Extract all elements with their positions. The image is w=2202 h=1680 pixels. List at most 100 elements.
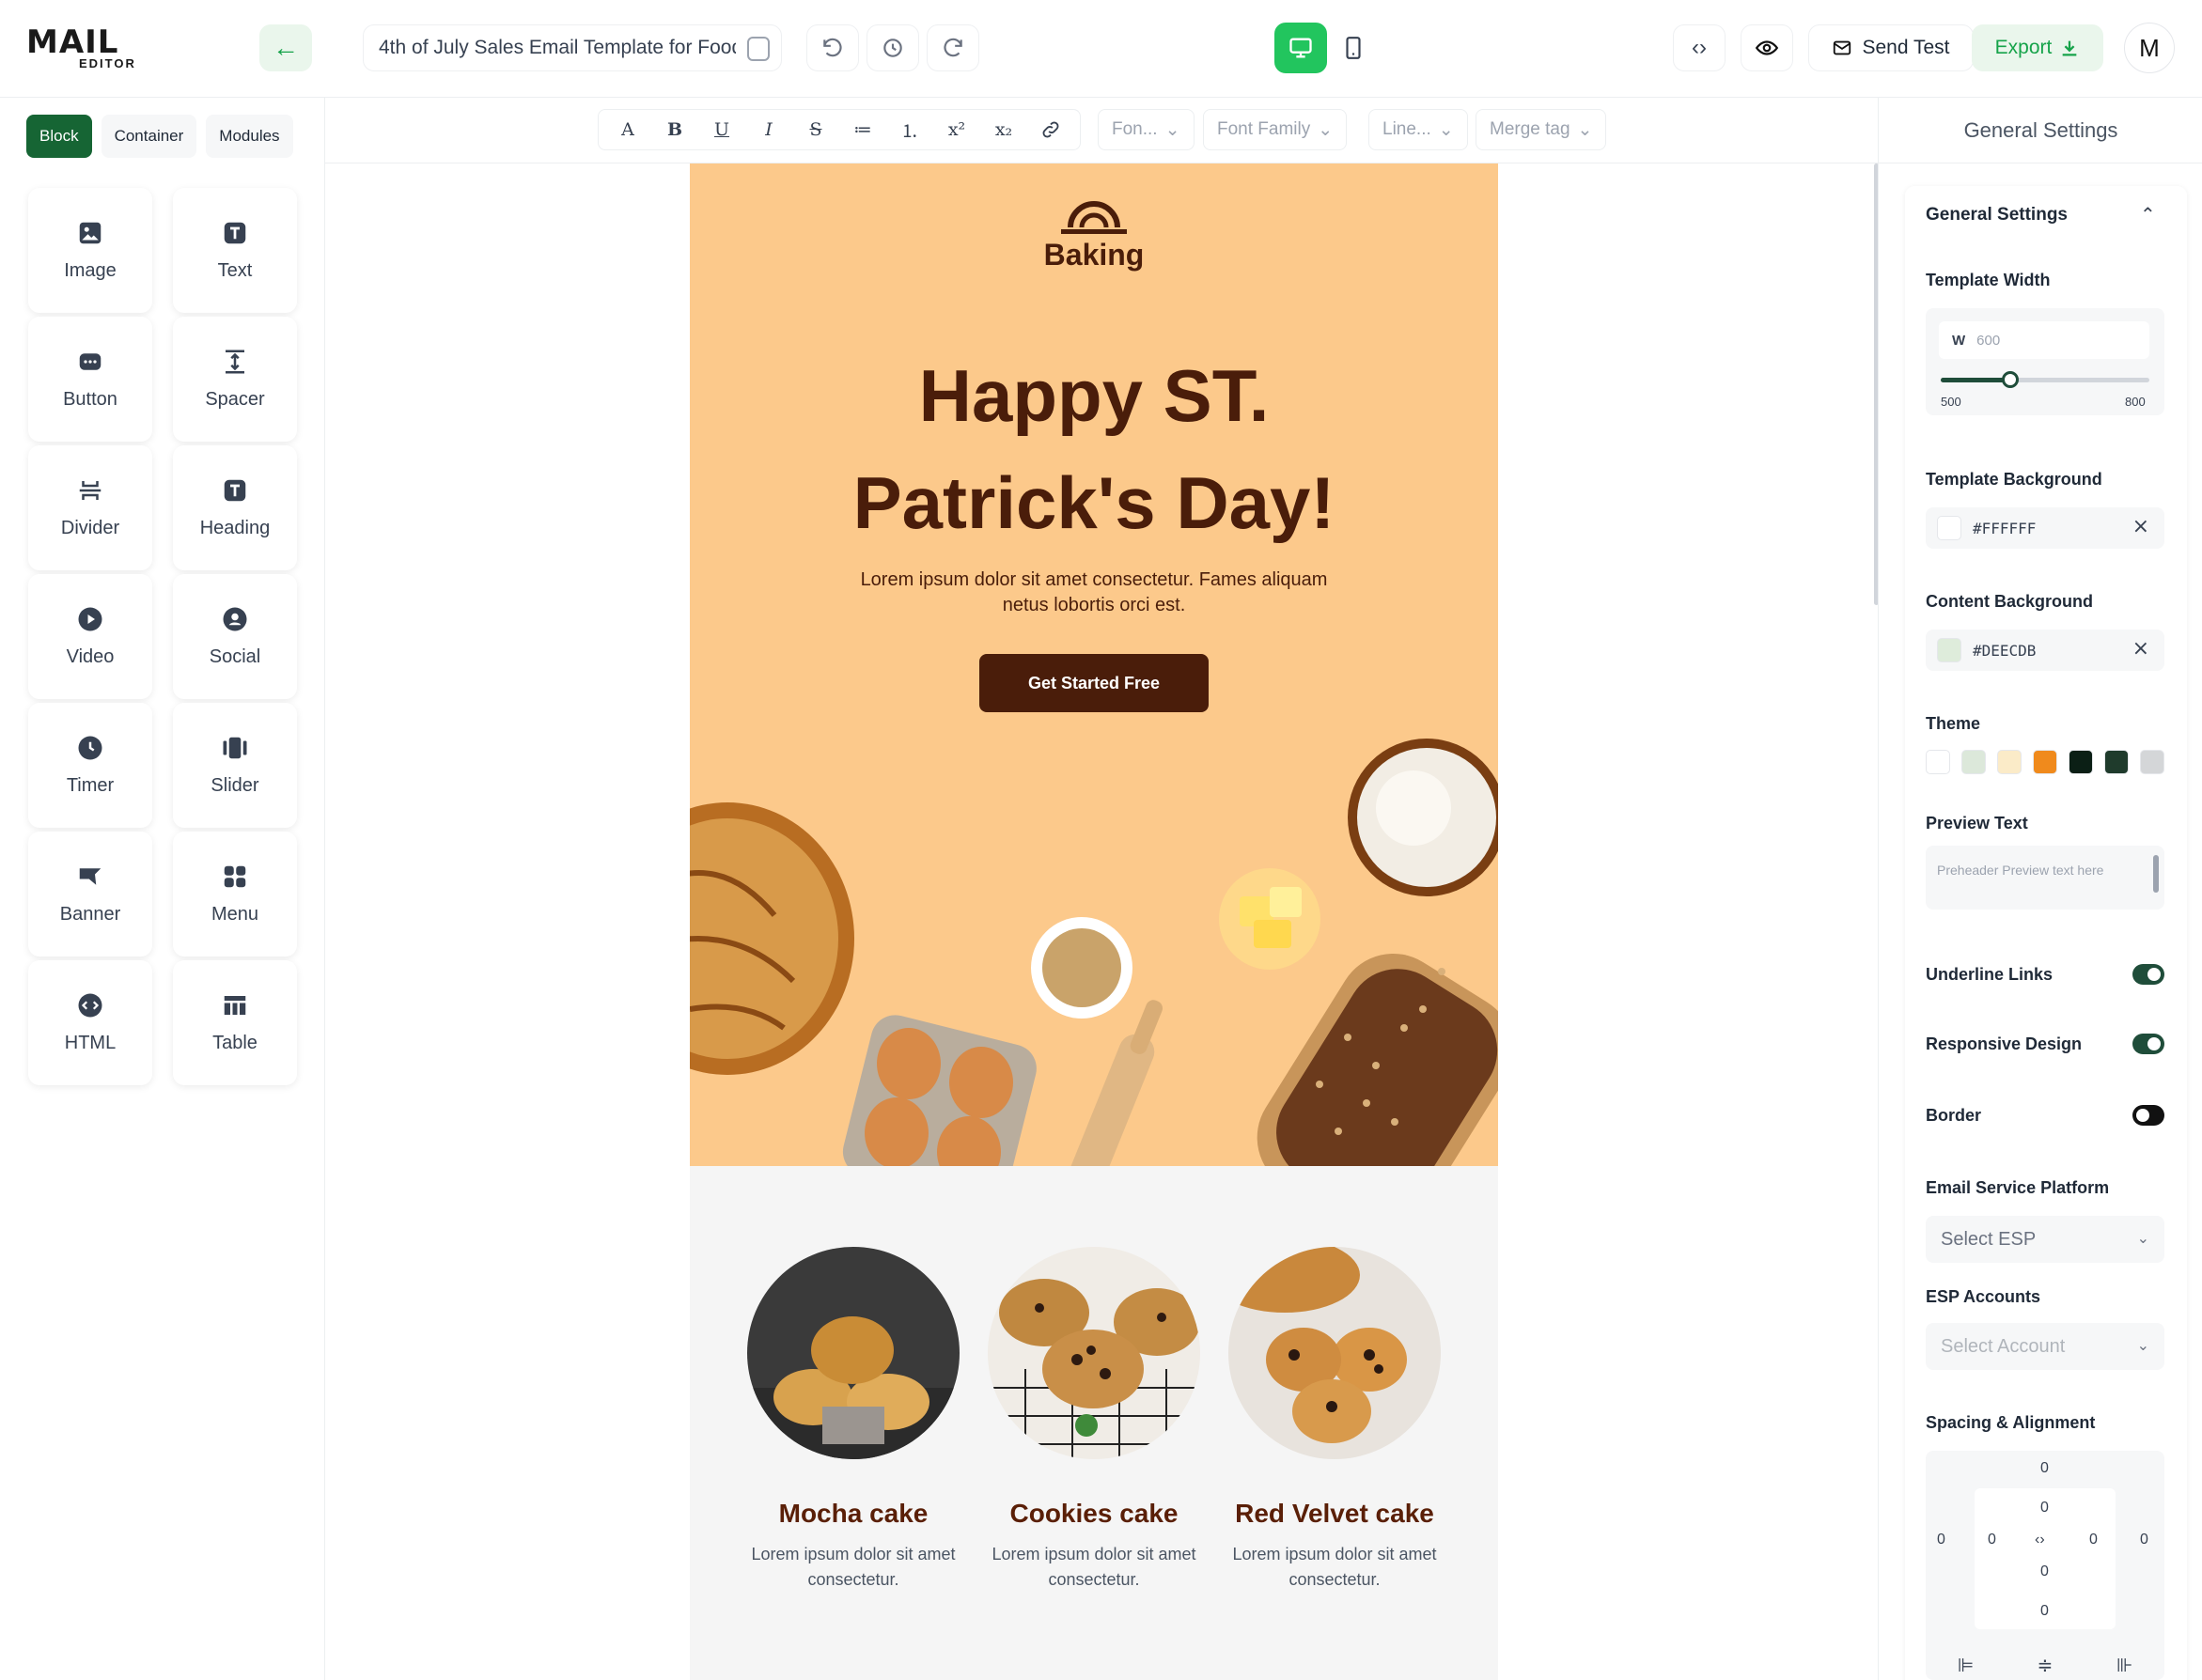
undo-button[interactable] <box>806 24 859 71</box>
theme-color-swatch[interactable] <box>2104 750 2129 774</box>
product-card[interactable]: Red Velvet cake Lorem ipsum dolor sit am… <box>1228 1247 1441 1593</box>
margin-left-value[interactable]: 0 <box>1937 1532 1945 1548</box>
template-width-slider[interactable] <box>1941 371 2149 388</box>
preview-text-input[interactable]: Preheader Preview text here <box>1926 846 2164 910</box>
border-toggle[interactable] <box>2132 1105 2164 1126</box>
esp-select[interactable]: Select ESP ⌄ <box>1926 1216 2164 1263</box>
clear-color-icon[interactable]: × <box>2132 637 2149 661</box>
superscript-button[interactable]: x² <box>933 111 980 148</box>
block-slider[interactable]: Slider <box>173 703 297 828</box>
get-started-button[interactable]: Get Started Free <box>979 654 1209 712</box>
block-text[interactable]: Text <box>173 188 297 313</box>
theme-color-swatch[interactable] <box>2140 750 2164 774</box>
padding-right-value[interactable]: 0 <box>2089 1532 2098 1548</box>
theme-color-swatch[interactable] <box>2069 750 2093 774</box>
underline-button[interactable]: U <box>698 111 745 148</box>
general-settings-title[interactable]: General Settings <box>1926 205 2068 226</box>
merge-tag-select[interactable]: Merge tag ⌄ <box>1476 109 1607 150</box>
block-image[interactable]: Image <box>28 188 152 313</box>
tab-block[interactable]: Block <box>26 115 92 158</box>
mobile-view-button[interactable] <box>1327 23 1380 73</box>
slider-handle[interactable] <box>2002 371 2019 388</box>
underline-links-toggle[interactable] <box>2132 964 2164 985</box>
link-spacing-icon[interactable]: ‹› <box>2035 1532 2045 1548</box>
subscript-button[interactable]: x₂ <box>980 111 1027 148</box>
editor-canvas[interactable]: Baking Happy ST. Patrick's Day! Lorem ip… <box>325 163 1879 1680</box>
top-bar: MAIL EDITOR ← 4th of July Sales Email Te… <box>0 0 2202 98</box>
user-avatar[interactable]: M <box>2124 23 2175 73</box>
save-file-icon[interactable] <box>747 37 770 61</box>
font-family-select[interactable]: Font Family ⌄ <box>1203 109 1348 150</box>
hero-description[interactable]: Lorem ipsum dolor sit amet consectetur. … <box>859 568 1329 618</box>
block-divider[interactable]: Divider <box>28 445 152 570</box>
color-swatch[interactable] <box>1937 516 1961 540</box>
timer-icon <box>76 734 104 762</box>
template-background-field[interactable]: #FFFFFF × <box>1926 507 2164 549</box>
block-menu[interactable]: Menu <box>173 832 297 957</box>
color-swatch[interactable] <box>1937 638 1961 662</box>
padding-top-value[interactable]: 0 <box>2040 1500 2049 1517</box>
product-image[interactable] <box>747 1247 960 1459</box>
line-height-select[interactable]: Line... ⌄ <box>1368 109 1468 150</box>
template-width-input[interactable]: W 600 <box>1939 321 2149 359</box>
baking-ingredients-image[interactable] <box>690 727 1498 1166</box>
padding-bottom-value[interactable]: 0 <box>2040 1563 2049 1580</box>
padding-left-value[interactable]: 0 <box>1988 1532 1996 1548</box>
font-size-select[interactable]: Fon... ⌄ <box>1098 109 1195 150</box>
align-right-icon[interactable]: ⊪ <box>2116 1654 2132 1677</box>
theme-color-swatch[interactable] <box>1926 750 1950 774</box>
app-logo[interactable]: MAIL EDITOR <box>26 26 148 70</box>
block-heading[interactable]: Heading <box>173 445 297 570</box>
send-test-button[interactable]: Send Test <box>1808 24 1974 71</box>
history-button[interactable] <box>867 24 919 71</box>
template-title-field[interactable]: 4th of July Sales Email Template for Foo… <box>363 24 782 71</box>
bold-button[interactable]: B <box>651 111 698 148</box>
back-button[interactable]: ← <box>259 24 312 71</box>
align-center-icon[interactable]: ≑ <box>2038 1654 2054 1677</box>
block-social[interactable]: Social <box>173 574 297 699</box>
link-button[interactable] <box>1027 111 1074 148</box>
text-color-button[interactable]: A <box>604 111 651 148</box>
block-spacer[interactable]: Spacer <box>173 317 297 442</box>
product-card[interactable]: Cookies cake Lorem ipsum dolor sit amet … <box>988 1247 1200 1593</box>
export-button[interactable]: Export <box>1972 24 2103 71</box>
theme-color-swatch[interactable] <box>1961 750 1986 774</box>
products-section[interactable]: Mocha cake Lorem ipsum dolor sit amet co… <box>690 1166 1498 1680</box>
strikethrough-button[interactable]: S <box>792 111 839 148</box>
tab-container[interactable]: Container <box>101 115 197 158</box>
clear-color-icon[interactable]: × <box>2132 515 2149 538</box>
chevron-up-icon[interactable]: ⌃ <box>2140 203 2156 226</box>
esp-account-select[interactable]: Select Account ⌄ <box>1926 1323 2164 1370</box>
block-timer[interactable]: Timer <box>28 703 152 828</box>
preview-button[interactable] <box>1741 24 1793 71</box>
left-panel-tabs: Block Container Modules <box>26 115 293 158</box>
code-view-button[interactable]: ‹› <box>1673 24 1726 71</box>
block-html[interactable]: HTML <box>28 960 152 1085</box>
theme-color-swatch[interactable] <box>2033 750 2057 774</box>
block-table[interactable]: Table <box>173 960 297 1085</box>
responsive-design-toggle[interactable] <box>2132 1034 2164 1054</box>
textarea-scrollbar[interactable] <box>2153 855 2159 893</box>
hero-title[interactable]: Happy ST. Patrick's Day! <box>690 342 1498 556</box>
brand-block[interactable]: Baking <box>690 192 1498 272</box>
product-image[interactable] <box>988 1247 1200 1459</box>
margin-right-value[interactable]: 0 <box>2140 1532 2148 1548</box>
margin-bottom-value[interactable]: 0 <box>2040 1603 2049 1620</box>
product-card[interactable]: Mocha cake Lorem ipsum dolor sit amet co… <box>747 1247 960 1593</box>
theme-color-swatch[interactable] <box>1997 750 2022 774</box>
italic-button[interactable]: I <box>745 111 792 148</box>
content-background-field[interactable]: #DEECDB × <box>1926 630 2164 671</box>
email-template[interactable]: Baking Happy ST. Patrick's Day! Lorem ip… <box>690 163 1498 1680</box>
product-image[interactable] <box>1228 1247 1441 1459</box>
desktop-view-button[interactable] <box>1274 23 1327 73</box>
block-banner[interactable]: Banner <box>28 832 152 957</box>
block-button[interactable]: Button <box>28 317 152 442</box>
numbered-list-button[interactable]: ⒈ <box>886 111 933 148</box>
hero-section[interactable]: Baking Happy ST. Patrick's Day! Lorem ip… <box>690 163 1498 1166</box>
bullet-list-button[interactable]: ≔ <box>839 111 886 148</box>
align-left-icon[interactable]: ⊫ <box>1958 1654 1974 1677</box>
block-video[interactable]: Video <box>28 574 152 699</box>
tab-modules[interactable]: Modules <box>206 115 293 158</box>
redo-button[interactable] <box>927 24 979 71</box>
margin-top-value[interactable]: 0 <box>2040 1460 2049 1477</box>
